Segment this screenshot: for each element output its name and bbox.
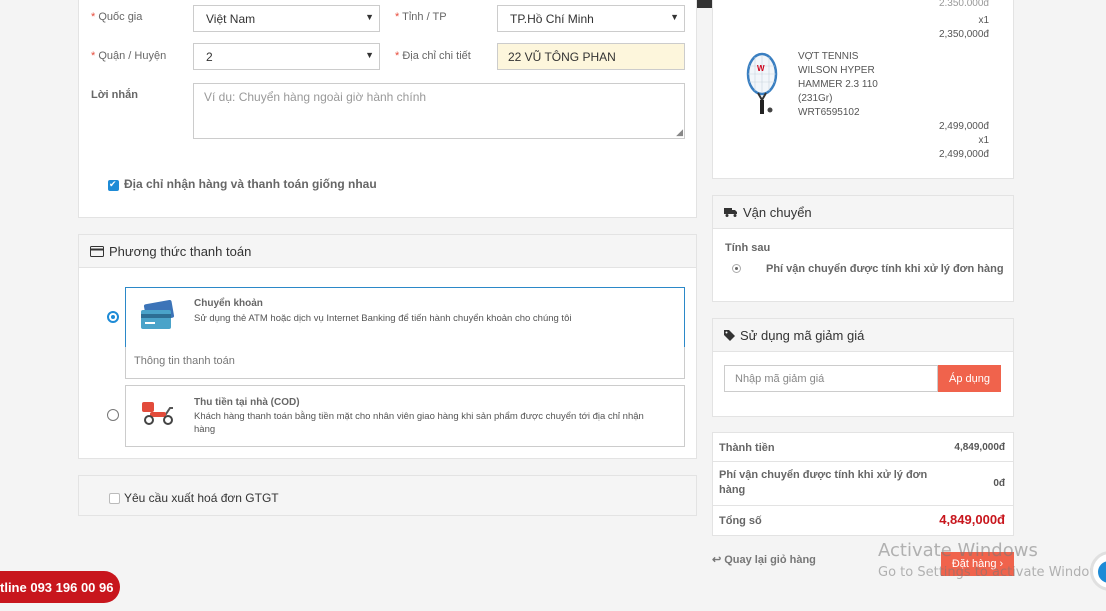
cart-item-name-line: VỢT TENNIS <box>798 51 859 62</box>
resize-handle-icon[interactable]: ◢ <box>676 127 683 138</box>
payment-panel: Phương thức thanh toán Chuyển khoản Sử d… <box>78 234 697 459</box>
cart-item-name-line: (231Gr) <box>798 93 833 104</box>
radio-cod[interactable] <box>107 409 119 421</box>
invoice-checkbox[interactable] <box>109 493 120 504</box>
coupon-input[interactable]: Nhập mã giảm giá <box>724 365 938 392</box>
detail-address-label: * Địa chỉ chi tiết <box>395 50 471 62</box>
message-label: Lời nhắn <box>91 89 138 101</box>
detail-address-input[interactable]: 22 VŨ TÔNG PHAN <box>497 43 685 70</box>
prev-item-qty: x1 <box>978 15 989 26</box>
prev-item-price-partial: 2,350,000đ <box>938 0 989 6</box>
country-label: * Quốc gia <box>91 11 143 23</box>
subtotal-row: Thành tiền 4,849,000đ <box>713 433 1013 462</box>
truck-icon <box>724 207 738 217</box>
summary-panel: Thành tiền 4,849,000đ Phí vận chuyển đượ… <box>712 432 1014 536</box>
coupon-header: Sử dụng mã giảm giá <box>713 319 1013 352</box>
address-panel: * Quốc gia Việt Nam * Tỉnh / TP TP.Hồ Ch… <box>78 0 697 218</box>
shipping-radio[interactable] <box>732 264 741 273</box>
cod-title: Thu tiền tại nhà (COD) <box>194 397 300 408</box>
cart-item-qty: x1 <box>978 135 989 146</box>
svg-text:W: W <box>757 64 765 73</box>
shipping-fee-value: 0đ <box>993 478 1005 489</box>
scooter-icon <box>140 400 176 429</box>
tag-icon <box>724 329 735 341</box>
invoice-label: Yêu cầu xuất hoá đơn GTGT <box>124 491 279 505</box>
coupon-title: Sử dụng mã giảm giá <box>740 327 865 343</box>
cart-item-name: VỢT TENNIS WILSON HYPER HAMMER 2.3 110 (… <box>798 50 878 120</box>
cart-item-total: 2,499,000đ <box>938 149 989 160</box>
country-select[interactable]: Việt Nam <box>193 5 380 32</box>
cod-desc: Khách hàng thanh toán bằng tiền mặt cho … <box>194 411 644 435</box>
invoice-panel: Yêu cầu xuất hoá đơn GTGT <box>78 475 697 516</box>
total-label: Tổng số <box>719 515 762 527</box>
apply-coupon-button[interactable]: Áp dụng <box>938 365 1001 392</box>
shipping-subtitle: Tính sau <box>725 242 771 254</box>
bank-transfer-title: Chuyển khoản <box>194 298 263 309</box>
cart-item-price: 2,499,000đ <box>938 121 989 132</box>
province-select[interactable]: TP.Hồ Chí Minh <box>497 5 685 32</box>
bank-transfer-option[interactable]: Chuyển khoản Sử dụng thẻ ATM hoặc dịch v… <box>125 287 685 348</box>
back-to-cart-label: Quay lại giỏ hàng <box>724 553 816 566</box>
hotline-badge[interactable]: tline 093 196 00 96 <box>0 571 120 603</box>
coupon-panel: Sử dụng mã giảm giá Nhập mã giảm giá Áp … <box>712 318 1014 417</box>
province-label: * Tỉnh / TP <box>395 11 447 23</box>
message-textarea[interactable]: Ví dụ: Chuyển hàng ngoài giờ hành chính … <box>193 83 685 139</box>
total-value: 4,849,000đ <box>939 512 1005 527</box>
reply-arrow-icon: ↩ <box>712 554 722 566</box>
cart-item-name-line: WRT6595102 <box>798 107 860 118</box>
district-label: * Quận / Huyện <box>91 50 167 62</box>
payment-title: Phương thức thanh toán <box>109 243 252 259</box>
activate-windows-title: Activate Windows <box>878 540 1038 561</box>
same-address-checkbox[interactable] <box>108 179 119 191</box>
shipping-title: Vận chuyển <box>743 204 812 220</box>
activate-windows-subtitle: Go to Settings to activate Windows. <box>878 565 1092 580</box>
bank-card-icon <box>139 300 177 335</box>
shipping-option-label: Phí vận chuyển được tính khi xử lý đơn h… <box>766 263 1004 275</box>
cart-panel: 2,350,000đ x1 2,350,000đ W VỢT TENNIS WI… <box>712 0 1014 179</box>
shipping-fee-row: Phí vận chuyển được tính khi xử lý đơn h… <box>713 462 1013 506</box>
shipping-panel: Vận chuyển Tính sau Phí vận chuyển được … <box>712 195 1014 302</box>
subtotal-value: 4,849,000đ <box>954 442 1005 453</box>
cart-item-name-line: HAMMER 2.3 110 <box>798 79 878 90</box>
radio-bank-transfer[interactable] <box>107 311 119 323</box>
message-placeholder: Ví dụ: Chuyển hàng ngoài giờ hành chính <box>204 90 427 104</box>
tennis-racket-image: W <box>743 52 783 121</box>
payment-header: Phương thức thanh toán <box>79 235 696 268</box>
cart-item-name-line: WILSON HYPER <box>798 65 875 76</box>
shipping-fee-label: Phí vận chuyển được tính khi xử lý đơn h… <box>719 469 928 496</box>
payment-info-box: Thông tin thanh toán <box>125 347 685 379</box>
payment-info-label: Thông tin thanh toán <box>134 355 235 367</box>
messenger-icon <box>1098 561 1106 583</box>
credit-card-icon <box>90 245 104 257</box>
bank-transfer-desc: Sử dụng thẻ ATM hoặc dịch vụ Internet Ba… <box>194 313 572 324</box>
subtotal-label: Thành tiền <box>719 442 775 454</box>
same-address-label: Địa chỉ nhận hàng và thanh toán giống nh… <box>124 177 377 191</box>
prev-item-total: 2,350,000đ <box>938 29 989 40</box>
hotline-text: tline 093 196 00 96 <box>0 579 114 595</box>
district-select[interactable]: 2 <box>193 43 380 70</box>
total-row: Tổng số 4,849,000đ <box>713 506 1013 536</box>
cod-option[interactable]: Thu tiền tại nhà (COD) Khách hàng thanh … <box>125 385 685 447</box>
shipping-header: Vận chuyển <box>713 196 1013 229</box>
coupon-placeholder: Nhập mã giảm giá <box>735 373 825 385</box>
messenger-button[interactable] <box>1090 551 1106 591</box>
back-to-cart-link[interactable]: ↩ Quay lại giỏ hàng <box>712 553 816 567</box>
